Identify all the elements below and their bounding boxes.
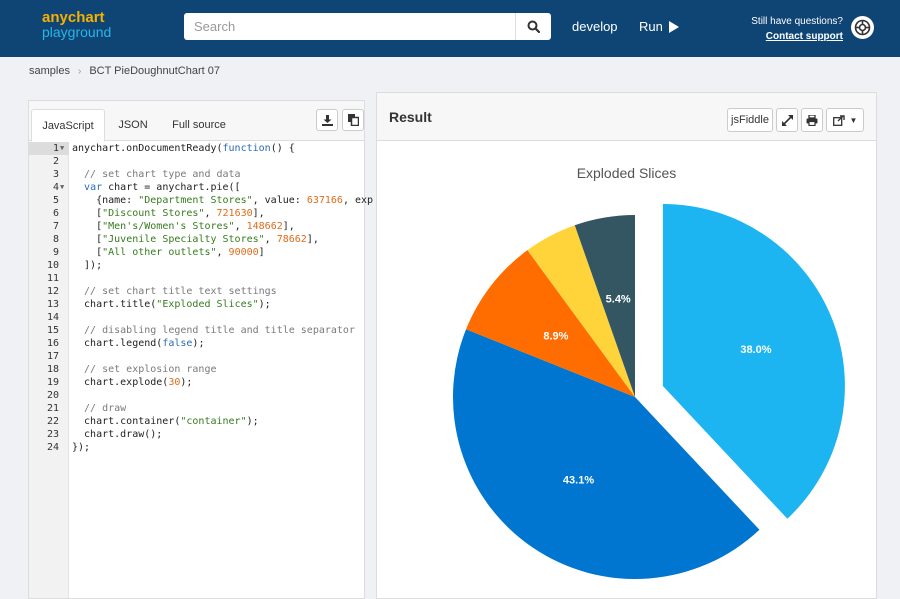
code-text: }); (72, 442, 91, 453)
line-number: 5 (52, 195, 59, 206)
line-number: 7 (52, 221, 59, 232)
line-number: 9 (52, 247, 59, 258)
code-text: ["Men's/Women's Stores", 148662], (72, 221, 295, 232)
fold-arrow-icon[interactable]: ▼ (60, 142, 64, 155)
line-number: 22 (46, 416, 59, 427)
code-text: anychart.onDocumentReady(function() { (72, 143, 295, 154)
top-bar: anychart playground develop Run Still ha… (0, 0, 900, 57)
result-panel: Result jsFiddle ▼ Exploded Slices 38.0% (376, 92, 877, 599)
line-number: 8 (52, 234, 59, 245)
search-icon (527, 20, 540, 33)
code-text: // set chart title text settings (72, 286, 277, 297)
search-input[interactable] (184, 13, 515, 40)
code-text: var chart = anychart.pie([ (84, 182, 241, 193)
copy-icon (347, 114, 359, 126)
logo-line1: anychart (42, 9, 105, 26)
help-question: Still have questions? (751, 16, 843, 27)
lifebuoy-icon[interactable] (851, 16, 874, 39)
editor-tabs: JavaScript JSON Full source (29, 101, 364, 142)
code-text: ["All other outlets", 90000] (72, 247, 265, 258)
search-button[interactable] (515, 13, 551, 40)
line-number: 17 (46, 351, 59, 362)
line-number: 18 (46, 364, 59, 375)
breadcrumb: samples › BCT PieDoughnutChart 07 (29, 65, 220, 77)
code-text: ]); (72, 260, 103, 271)
line-number: 3 (52, 169, 59, 180)
line-number: 20 (46, 390, 59, 401)
line-number: 21 (46, 403, 59, 414)
code-text: ["Discount Stores", 721630], (72, 208, 265, 219)
chevron-right-icon: › (77, 65, 82, 77)
code-text: chart.container("container"); (72, 416, 259, 427)
line-number: 2 (52, 156, 59, 167)
line-number: 24 (46, 442, 59, 453)
code-text: // disabling legend title and title sepa… (72, 325, 355, 336)
line-number: 11 (46, 273, 59, 284)
slice-label: 38.0% (740, 344, 771, 356)
line-number: 14 (46, 312, 59, 323)
slice-label: 43.1% (563, 475, 594, 487)
code-text: chart.draw(); (72, 429, 163, 440)
line-number: 6 (52, 208, 59, 219)
logo-line2: playground (42, 24, 112, 40)
run-label: Run (639, 19, 663, 34)
download-icon (321, 114, 333, 126)
play-icon (668, 20, 679, 33)
fold-arrow-icon[interactable]: ▼ (60, 181, 64, 194)
slice-label: 8.9% (543, 331, 568, 343)
line-number: 15 (46, 325, 59, 336)
line-number: 4 (52, 182, 59, 193)
code-text: chart.legend(false); (72, 338, 205, 349)
line-number: 1 (52, 143, 59, 154)
code-text: {name: "Department Stores", value: 63716… (72, 195, 374, 206)
code-text: // set explosion range (72, 364, 217, 375)
code-text: chart.explode(30); (72, 377, 193, 388)
copy-button[interactable] (342, 109, 364, 131)
anychart-logo[interactable]: anychart playground (42, 10, 111, 40)
code-text: // set chart type and data (72, 169, 241, 180)
search-box (184, 13, 551, 40)
line-number: 13 (46, 299, 59, 310)
breadcrumb-samples[interactable]: samples (29, 65, 70, 77)
line-number: 23 (46, 429, 59, 440)
download-button[interactable] (316, 109, 338, 131)
breadcrumb-current: BCT PieDoughnutChart 07 (89, 65, 220, 77)
tab-json[interactable]: JSON (109, 109, 157, 141)
nav-develop-link[interactable]: develop (572, 19, 618, 34)
line-number: 16 (46, 338, 59, 349)
code-text: chart.title("Exploded Slices"); (72, 299, 271, 310)
tab-full-source[interactable]: Full source (163, 109, 235, 141)
run-button[interactable]: Run (639, 19, 679, 34)
line-number: 12 (46, 286, 59, 297)
code-text: ["Juvenile Specialty Stores", 78662], (72, 234, 319, 245)
contact-support-link[interactable]: Contact support (751, 29, 843, 44)
line-number: 19 (46, 377, 59, 388)
code-text: // draw (72, 403, 127, 414)
code-editor-panel: JavaScript JSON Full source 1 ▼ anychart.o… (28, 100, 373, 599)
slice-label: 5.4% (606, 293, 631, 305)
help-block: Still have questions? Contact support (751, 14, 843, 44)
tab-javascript[interactable]: JavaScript (31, 109, 105, 142)
pie-chart: 38.0% 43.1% 8.9% 5.4% (453, 203, 845, 580)
line-number: 10 (46, 260, 59, 271)
code-area[interactable]: 1 ▼ anychart.onDocumentReady(function() {2… (29, 142, 373, 598)
